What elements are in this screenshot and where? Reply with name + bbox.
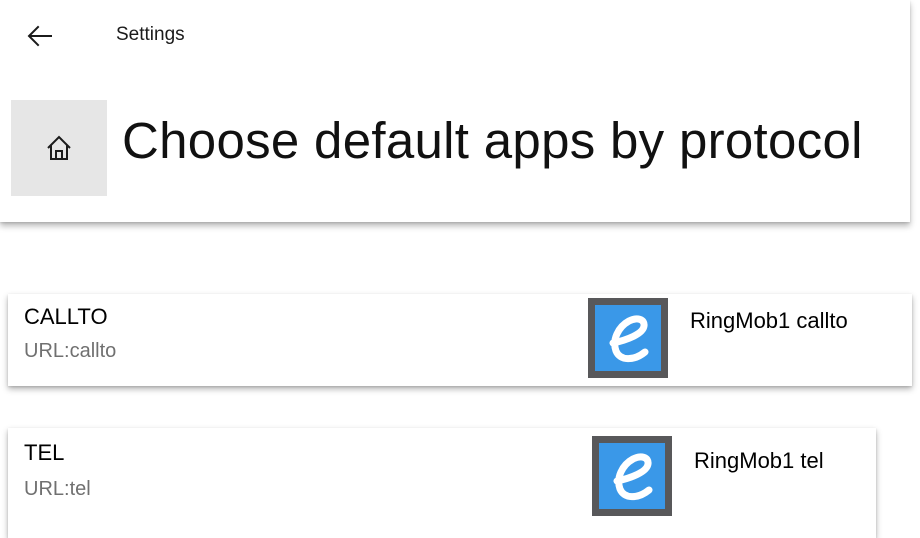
back-button[interactable]: [20, 18, 60, 54]
protocol-name: CALLTO: [24, 304, 108, 329]
protocol-row-tel: TEL URL:tel RingMob1 tel: [8, 428, 876, 538]
app-icon-frame: [588, 298, 668, 378]
default-app-button-callto[interactable]: RingMob1 callto: [588, 298, 908, 382]
protocol-description: URL:tel: [24, 478, 91, 500]
ringmob-e-icon: [595, 305, 661, 371]
app-icon-frame: [592, 436, 672, 516]
protocol-description: URL:callto: [24, 340, 117, 362]
default-app-name: RingMob1 callto: [690, 308, 848, 333]
protocol-name: TEL: [24, 440, 65, 465]
page-title: Choose default apps by protocol: [122, 112, 863, 169]
protocol-row-callto: CALLTO URL:callto RingMob1 callto: [8, 294, 912, 386]
ringmob-e-icon: [599, 443, 665, 509]
header-card: Settings Choose default apps by protocol: [0, 0, 910, 222]
back-arrow-icon: [27, 25, 52, 47]
window-title: Settings: [116, 24, 185, 45]
default-app-name: RingMob1 tel: [694, 448, 824, 473]
home-icon: [47, 135, 71, 160]
default-app-button-tel[interactable]: RingMob1 tel: [592, 436, 872, 520]
home-button[interactable]: [11, 100, 107, 196]
